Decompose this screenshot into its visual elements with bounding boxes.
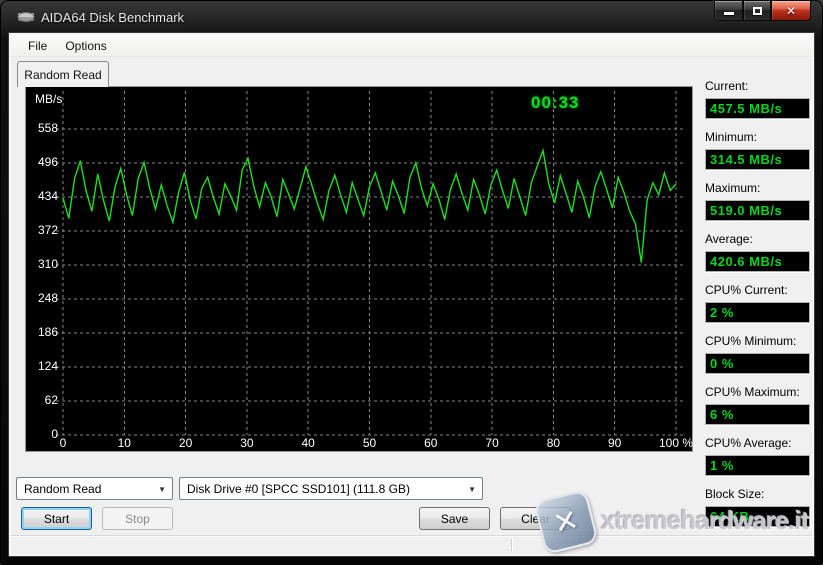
- benchmark-type-select[interactable]: Random Read ▼: [16, 477, 173, 500]
- y-tick-label: 434: [28, 189, 58, 203]
- stat-value: 457.5 MB/s: [705, 98, 810, 119]
- window-client-area: File Options Random Read MB/s 00:33 558 4…: [9, 33, 814, 556]
- close-button[interactable]: ✕: [771, 1, 811, 21]
- stat-label: CPU% Maximum:: [705, 385, 810, 400]
- clear-button[interactable]: Clear: [500, 507, 571, 530]
- disk-drive-value: Disk Drive #0 [SPCC SSD101] (111.8 GB): [187, 482, 410, 496]
- y-tick-label: 186: [28, 325, 58, 339]
- stat-value: 1 %: [705, 455, 810, 476]
- stat-group: CPU% Maximum: 6 %: [705, 385, 810, 425]
- maximize-button[interactable]: [743, 1, 771, 21]
- status-bar: [11, 535, 812, 554]
- chart-panel: MB/s 00:33 558 496 434 372 310 248 186 124 62 0 0…: [25, 86, 693, 452]
- stat-label: CPU% Current:: [705, 283, 810, 298]
- x-tick-label: 60: [424, 436, 437, 450]
- menu-file[interactable]: File: [19, 36, 56, 56]
- window-controls: ✕: [714, 1, 811, 21]
- x-tick-label: 90: [608, 436, 621, 450]
- minimize-button[interactable]: [714, 1, 743, 21]
- stat-value: 519.0 MB/s: [705, 200, 810, 221]
- chevron-down-icon: ▼: [158, 485, 166, 494]
- x-tick-label: 40: [302, 436, 315, 450]
- y-tick-label: 124: [28, 359, 58, 373]
- tab-label: Random Read: [24, 68, 101, 82]
- x-tick-label: 70: [485, 436, 498, 450]
- y-tick-label: 310: [28, 257, 58, 271]
- y-tick-label: 0: [28, 427, 58, 441]
- maximize-icon: [753, 7, 762, 15]
- stat-value: 420.6 MB/s: [705, 251, 810, 272]
- chevron-down-icon: ▼: [468, 485, 476, 494]
- stat-group: Average: 420.6 MB/s: [705, 232, 810, 272]
- y-tick-label: 62: [28, 393, 58, 407]
- elapsed-time: 00:33: [531, 93, 579, 113]
- minimize-icon: [724, 12, 734, 15]
- stat-value: 64 KB: [705, 506, 810, 527]
- stat-label: Current:: [705, 79, 810, 94]
- y-axis-unit-label: MB/s: [35, 92, 62, 106]
- menu-bar: File Options: [11, 35, 812, 57]
- stat-label: CPU% Minimum:: [705, 334, 810, 349]
- stat-group: Current: 457.5 MB/s: [705, 79, 810, 119]
- stat-label: Average:: [705, 232, 810, 247]
- close-icon: ✕: [786, 4, 796, 18]
- stat-group: Minimum: 314.5 MB/s: [705, 130, 810, 170]
- stat-value: 2 %: [705, 302, 810, 323]
- y-tick-label: 558: [28, 121, 58, 135]
- x-tick-label: 50: [363, 436, 376, 450]
- title-bar[interactable]: AIDA64 Disk Benchmark ✕: [1, 1, 822, 33]
- save-button[interactable]: Save: [419, 507, 490, 530]
- stat-label: Minimum:: [705, 130, 810, 145]
- x-tick-label: 30: [240, 436, 253, 450]
- x-tick-label: 0: [60, 436, 67, 450]
- stats-panel: Current: 457.5 MB/s Minimum: 314.5 MB/s Maxi…: [705, 79, 810, 538]
- benchmark-line-chart: [26, 87, 692, 451]
- window-title: AIDA64 Disk Benchmark: [41, 10, 184, 25]
- stat-group: Maximum: 519.0 MB/s: [705, 181, 810, 221]
- stat-value: 6 %: [705, 404, 810, 425]
- x-tick-label: 100 %: [659, 436, 693, 450]
- main-content: Random Read MB/s 00:33 558 496 434 372 310 24…: [11, 57, 812, 554]
- y-tick-label: 372: [28, 223, 58, 237]
- x-tick-label: 20: [179, 436, 192, 450]
- start-button[interactable]: Start: [21, 507, 92, 530]
- benchmark-type-value: Random Read: [24, 482, 101, 496]
- stat-group: CPU% Minimum: 0 %: [705, 334, 810, 374]
- app-window: AIDA64 Disk Benchmark ✕ File Options Ran…: [0, 0, 823, 565]
- stat-label: CPU% Average:: [705, 436, 810, 451]
- stat-group: CPU% Current: 2 %: [705, 283, 810, 323]
- y-tick-label: 248: [28, 291, 58, 305]
- menu-options[interactable]: Options: [56, 36, 115, 56]
- stat-group: CPU% Average: 1 %: [705, 436, 810, 476]
- disk-drive-icon: [17, 10, 35, 23]
- tab-random-read[interactable]: Random Read: [17, 61, 109, 87]
- status-separator: [511, 539, 512, 551]
- x-tick-label: 80: [547, 436, 560, 450]
- stat-group: Block Size: 64 KB: [705, 487, 810, 527]
- disk-drive-select[interactable]: Disk Drive #0 [SPCC SSD101] (111.8 GB) ▼: [179, 477, 483, 500]
- y-tick-label: 496: [28, 155, 58, 169]
- stat-label: Block Size:: [705, 487, 810, 502]
- stat-value: 0 %: [705, 353, 810, 374]
- x-tick-label: 10: [118, 436, 131, 450]
- stop-button[interactable]: Stop: [102, 507, 173, 530]
- stat-value: 314.5 MB/s: [705, 149, 810, 170]
- stat-label: Maximum:: [705, 181, 810, 196]
